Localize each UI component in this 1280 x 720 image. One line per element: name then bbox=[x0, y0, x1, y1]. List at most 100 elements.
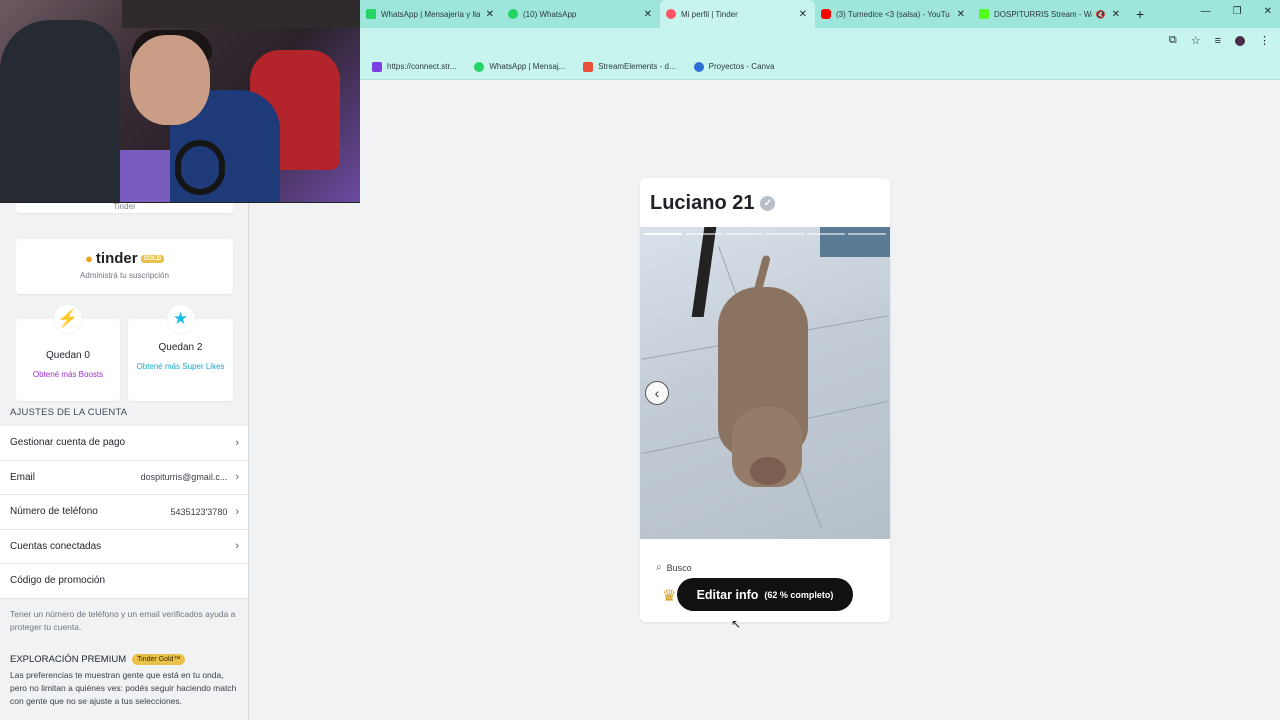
photo-progress-bars bbox=[644, 233, 886, 235]
boost-icon: ⚡ bbox=[54, 305, 82, 333]
bookmark-label: https://connect.str... bbox=[387, 62, 457, 71]
tab-tinder-profile[interactable]: Mi perfil | Tinder ✕ bbox=[660, 0, 815, 28]
settings-row-promo-code[interactable]: Código de promoción bbox=[0, 564, 248, 599]
chevron-right-icon: › bbox=[235, 540, 239, 553]
tab-youtube[interactable]: (3) Tumedice <3 (salsa) - YouTu ✕ bbox=[815, 0, 973, 28]
bookmark-label: StreamElements - d... bbox=[598, 62, 676, 71]
settings-row-email[interactable]: Email dospiturris@gmail.c... › bbox=[0, 461, 248, 495]
profile-preview-card: Luciano 21 ✓ ‹ ⌕ Busco ♛ bbox=[640, 178, 890, 622]
gold-badge: GOLD bbox=[140, 254, 164, 263]
row-label: Email bbox=[10, 471, 36, 483]
webcam-shelf bbox=[122, 0, 360, 28]
minimize-icon[interactable]: — bbox=[1201, 6, 1211, 17]
superlike-star-icon: ★ bbox=[166, 305, 195, 333]
media-control-icon[interactable]: ≡ bbox=[1215, 35, 1221, 47]
close-icon[interactable]: ✕ bbox=[644, 9, 652, 20]
tinder-logo-text: tinder bbox=[95, 250, 138, 267]
bookmark-canva[interactable]: Proyectos - Canva bbox=[693, 61, 775, 72]
close-icon[interactable]: ✕ bbox=[1112, 9, 1120, 20]
tinder-gold-logo: ● tinder GOLD bbox=[16, 250, 233, 267]
top-card[interactable]: Tinder bbox=[16, 203, 233, 213]
looking-for-section: ⌕ Busco bbox=[656, 562, 692, 573]
settings-row-connected-accounts[interactable]: Cuentas conectadas › bbox=[0, 530, 248, 564]
settings-row-payment[interactable]: Gestionar cuenta de pago › bbox=[0, 426, 248, 461]
gold-subtitle: Administrá tu suscripción bbox=[80, 271, 169, 280]
account-settings-title: AJUSTES DE LA CUENTA bbox=[10, 407, 128, 418]
photo-background bbox=[820, 227, 890, 257]
boosts-remaining: Quedan 0 bbox=[46, 350, 90, 361]
restore-icon[interactable]: ❐ bbox=[1233, 6, 1242, 17]
edit-info-label: Editar info bbox=[696, 587, 759, 602]
tab-whatsapp[interactable]: (10) WhatsApp ✕ bbox=[502, 0, 660, 28]
chevron-right-icon: › bbox=[235, 505, 239, 518]
bookmarks-bar: https://connect.str... WhatsApp | Mensaj… bbox=[360, 54, 1280, 80]
photo-indicator bbox=[725, 233, 764, 235]
row-label: Cuentas conectadas bbox=[10, 540, 102, 552]
tab-kick-stream[interactable]: DOSPITURRIS Stream - Wat 🔇 ✕ bbox=[973, 0, 1128, 28]
chevron-right-icon: › bbox=[235, 436, 239, 449]
superlikes-card[interactable]: ★ Quedan 2 Obtené más Super Likes bbox=[128, 305, 233, 401]
profile-sidebar: Tinder ● tinder GOLD Administrá tu suscr… bbox=[0, 203, 249, 720]
profile-name: Luciano 21 ✓ bbox=[650, 192, 776, 215]
row-value: 5435123'3780 bbox=[170, 506, 228, 517]
boosts-card[interactable]: ⚡ Quedan 0 Obtené más Boosts bbox=[16, 305, 120, 401]
webcam-person-left bbox=[0, 20, 120, 202]
bookmark-whatsapp[interactable]: WhatsApp | Mensaj... bbox=[474, 61, 566, 72]
superlikes-remaining: Quedan 2 bbox=[158, 342, 203, 353]
profile-avatar-icon[interactable] bbox=[1235, 35, 1245, 46]
bookmark-streamelements[interactable]: StreamElements - d... bbox=[583, 61, 676, 72]
profile-completion: (62 % completo) bbox=[764, 589, 834, 600]
close-window-icon[interactable]: ✕ bbox=[1264, 6, 1272, 17]
premium-title-text: EXPLORACIÓN PREMIUM bbox=[10, 654, 127, 665]
profile-name-age: Luciano 21 bbox=[650, 192, 755, 214]
mute-icon[interactable]: 🔇 bbox=[1096, 10, 1106, 19]
get-boosts-link[interactable]: Obtené más Boosts bbox=[22, 367, 114, 383]
tinder-gold-badge: Tinder Gold™ bbox=[132, 654, 186, 665]
bookmark-favicon-icon bbox=[372, 61, 382, 72]
row-label: Código de promoción bbox=[10, 575, 106, 587]
premium-description: Las preferencias te muestran gente que e… bbox=[10, 670, 237, 706]
chevron-right-icon: › bbox=[235, 471, 239, 484]
close-icon[interactable]: ✕ bbox=[957, 9, 965, 20]
looking-for-label: Busco bbox=[666, 562, 692, 573]
toolbar-icons: ⧉ ☆ ≡ ⋮ bbox=[1169, 34, 1270, 47]
webcam-overlay bbox=[0, 0, 360, 203]
gold-subscription-card[interactable]: ● tinder GOLD Administrá tu suscripción bbox=[16, 239, 233, 294]
bookmark-star-icon[interactable]: ☆ bbox=[1191, 34, 1201, 47]
verified-check-icon: ✓ bbox=[760, 196, 776, 211]
canva-icon bbox=[693, 61, 704, 72]
search-icon: ⌕ bbox=[656, 562, 662, 573]
photo-dog-snout bbox=[750, 457, 786, 485]
bookmark-label: WhatsApp | Mensaj... bbox=[489, 62, 566, 71]
edit-info-button[interactable]: Editar info (62 % completo) bbox=[677, 578, 853, 611]
new-tab-button[interactable]: + bbox=[1136, 6, 1144, 22]
youtube-icon bbox=[821, 9, 831, 19]
whatsapp-icon bbox=[366, 9, 376, 19]
row-label: Gestionar cuenta de pago bbox=[10, 437, 126, 449]
tinder-icon bbox=[666, 9, 676, 19]
browser-toolbar: ⧉ ☆ ≡ ⋮ bbox=[360, 28, 1280, 54]
tab-title: DOSPITURRIS Stream - Wat bbox=[994, 9, 1092, 19]
looking-for-emoji-icon: ♛ bbox=[662, 588, 677, 605]
close-icon[interactable]: ✕ bbox=[486, 9, 494, 20]
webcam-headphones bbox=[175, 140, 225, 195]
top-card-label: Tinder bbox=[113, 203, 136, 211]
window-controls: — ❐ ✕ bbox=[1201, 6, 1272, 17]
kick-icon bbox=[979, 9, 989, 19]
close-icon[interactable]: ✕ bbox=[799, 9, 807, 20]
bookmark-label: Proyectos - Canva bbox=[708, 62, 775, 71]
row-label: Número de teléfono bbox=[10, 506, 98, 518]
tab-title: (10) WhatsApp bbox=[523, 9, 577, 19]
tab-whatsapp-web[interactable]: WhatsApp | Mensajería y llama ✕ bbox=[360, 0, 502, 28]
install-app-icon[interactable]: ⧉ bbox=[1169, 34, 1177, 47]
get-superlikes-link[interactable]: Obtené más Super Likes bbox=[134, 359, 227, 375]
menu-kebab-icon[interactable]: ⋮ bbox=[1259, 34, 1270, 47]
photo-indicator bbox=[848, 233, 886, 235]
tinder-flame-icon: ● bbox=[85, 251, 93, 266]
profile-photo[interactable]: ‹ bbox=[640, 227, 890, 539]
settings-row-phone[interactable]: Número de teléfono 5435123'3780 › bbox=[0, 495, 248, 530]
browser-tab-bar: WhatsApp | Mensajería y llama ✕ (10) Wha… bbox=[360, 0, 1280, 28]
tab-title: Mi perfil | Tinder bbox=[681, 9, 738, 19]
previous-photo-button[interactable]: ‹ bbox=[645, 381, 669, 405]
bookmark-streamer-connect[interactable]: https://connect.str... bbox=[372, 61, 457, 72]
